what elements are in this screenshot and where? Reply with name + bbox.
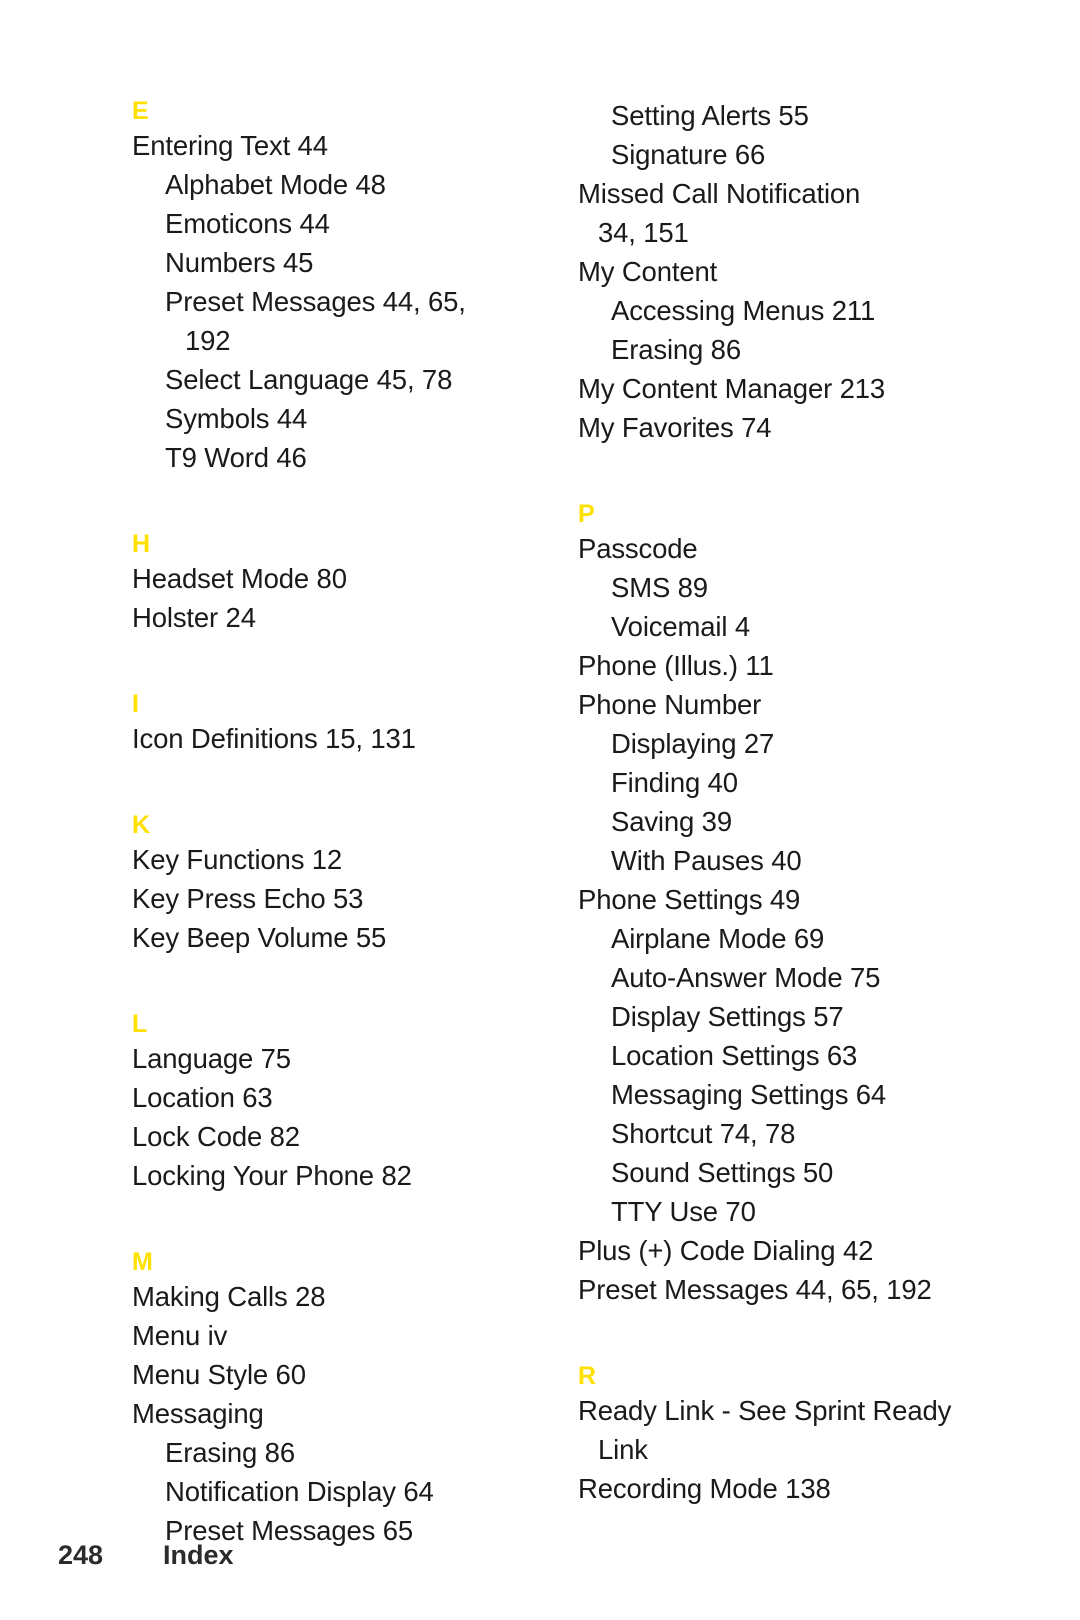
index-entry: Ready Link - See Sprint Ready [578, 1395, 952, 1426]
index-column-left: E Entering Text 44 Alphabet Mode 48 Emotico… [132, 0, 572, 1550]
letter-heading-m: M [132, 1248, 154, 1276]
letter-heading-e: E [132, 97, 150, 125]
index-entry: Recording Mode 138 [578, 1473, 831, 1504]
index-entry: 34, 151 [598, 217, 689, 248]
index-entry: Icon Definitions 15, 131 [132, 723, 416, 754]
index-entry: Messaging [132, 1398, 264, 1429]
index-entry: Sound Settings 50 [611, 1157, 834, 1188]
page-number: 248 [58, 1540, 104, 1570]
index-entry: Displaying 27 [611, 728, 775, 759]
index-entry: T9 Word 46 [165, 442, 307, 473]
index-entry: Messaging Settings 64 [611, 1079, 887, 1110]
index-entry: 192 [185, 325, 231, 356]
index-entry: Signature 66 [611, 139, 766, 170]
page-footer: 248 Index [0, 1510, 1080, 1620]
index-entry: Symbols 44 [165, 403, 308, 434]
index-entry: Phone (Illus.) 11 [578, 650, 774, 681]
index-entry: Phone Settings 49 [578, 884, 801, 915]
letter-heading-p: P [578, 500, 596, 528]
index-entry: Numbers 45 [165, 247, 314, 278]
index-column-right: Setting Alerts 55 Signature 66 Missed Call… [578, 0, 1018, 1550]
index-page: E Entering Text 44 Alphabet Mode 48 Emotico… [0, 0, 1080, 1620]
index-entry: Shortcut 74, 78 [611, 1118, 796, 1149]
letter-heading-r: R [578, 1362, 597, 1390]
index-entry: Emoticons 44 [165, 208, 330, 239]
index-entry: Preset Messages 44, 65, 192 [578, 1274, 932, 1305]
letter-heading-l: L [132, 1010, 148, 1038]
footer-label: Index [163, 1540, 234, 1570]
index-entry: Select Language 45, 78 [165, 364, 453, 395]
index-entry: Lock Code 82 [132, 1121, 300, 1152]
index-entry: Notification Display 64 [165, 1476, 434, 1507]
index-entry: Auto-Answer Mode 75 [611, 962, 881, 993]
index-entry: Location 63 [132, 1082, 273, 1113]
index-entry: Plus (+) Code Dialing 42 [578, 1235, 874, 1266]
index-entry: My Favorites 74 [578, 412, 772, 443]
letter-heading-k: K [132, 811, 151, 839]
index-entry: Menu iv [132, 1320, 228, 1351]
index-entry: Link [598, 1434, 648, 1465]
index-entry: Holster 24 [132, 602, 256, 633]
letter-heading-h: H [132, 530, 151, 558]
index-entry: Key Press Echo 53 [132, 883, 364, 914]
index-entry: Making Calls 28 [132, 1281, 326, 1312]
index-entry: Language 75 [132, 1043, 291, 1074]
index-entry: Entering Text 44 [132, 130, 328, 161]
index-entry: Accessing Menus 211 [611, 295, 876, 326]
index-entry: Saving 39 [611, 806, 732, 837]
index-entry: Missed Call Notification [578, 178, 861, 209]
index-entry: Key Functions 12 [132, 844, 343, 875]
index-entry: With Pauses 40 [611, 845, 802, 876]
index-entry: Location Settings 63 [611, 1040, 858, 1071]
footer-inner: 248 Index [58, 1540, 234, 1571]
index-entry: Setting Alerts 55 [611, 100, 809, 131]
index-entry: Preset Messages 44, 65, [165, 286, 466, 317]
index-entry: Headset Mode 80 [132, 563, 347, 594]
index-entry: Locking Your Phone 82 [132, 1160, 412, 1191]
index-entry: Display Settings 57 [611, 1001, 844, 1032]
index-entry: Erasing 86 [165, 1437, 295, 1468]
index-entry: My Content Manager 213 [578, 373, 886, 404]
index-entry: Airplane Mode 69 [611, 923, 825, 954]
index-entry: My Content [578, 256, 718, 287]
index-entry: TTY Use 70 [611, 1196, 756, 1227]
index-entry: Voicemail 4 [611, 611, 750, 642]
index-entry: SMS 89 [611, 572, 708, 603]
index-entry: Key Beep Volume 55 [132, 922, 387, 953]
index-entry: Passcode [578, 533, 698, 564]
index-columns: E Entering Text 44 Alphabet Mode 48 Emotico… [0, 0, 1080, 1550]
index-entry: Menu Style 60 [132, 1359, 306, 1390]
index-entry: Phone Number [578, 689, 762, 720]
letter-heading-i: I [132, 690, 140, 718]
index-entry: Erasing 86 [611, 334, 741, 365]
index-entry: Alphabet Mode 48 [165, 169, 386, 200]
index-entry: Finding 40 [611, 767, 738, 798]
